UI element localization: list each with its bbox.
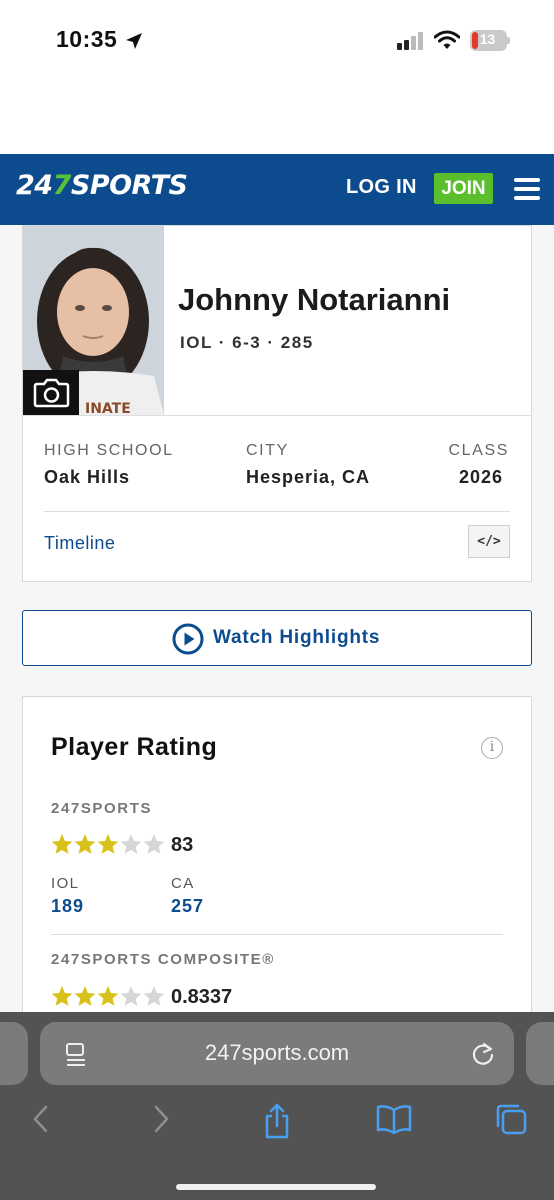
wifi-icon bbox=[434, 30, 460, 49]
star-filled-icon bbox=[51, 834, 73, 854]
star-filled-icon bbox=[74, 834, 96, 854]
embed-code-button[interactable]: </> bbox=[468, 525, 510, 558]
svg-text:INATE: INATE bbox=[85, 401, 131, 415]
reload-icon[interactable] bbox=[470, 1041, 496, 1067]
login-link[interactable]: LOG IN bbox=[346, 176, 417, 199]
rating-composite-label: 247SPORTS COMPOSITE® bbox=[51, 951, 275, 968]
player-profile-card: INATE Johnny Notarianni IOL · 6-3 · 285 … bbox=[22, 225, 532, 582]
star-empty-icon bbox=[143, 986, 165, 1006]
hamburger-menu-icon[interactable] bbox=[514, 178, 540, 200]
high-school-value[interactable]: Oak Hills bbox=[44, 467, 130, 488]
star-filled-icon bbox=[97, 834, 119, 854]
player-photo[interactable]: INATE bbox=[23, 226, 164, 415]
class-label: CLASS bbox=[448, 442, 509, 459]
high-school-label: HIGH SCHOOL bbox=[44, 442, 174, 459]
location-arrow-icon bbox=[126, 33, 142, 49]
rating-divider bbox=[51, 934, 503, 935]
rating-composite-stars bbox=[51, 985, 166, 1012]
city-value: Hesperia, CA bbox=[246, 467, 371, 487]
star-empty-icon bbox=[120, 986, 142, 1006]
card-divider bbox=[44, 511, 510, 512]
address-bar[interactable]: 247sports.com bbox=[40, 1022, 514, 1085]
rating-composite-value: 0.8337 bbox=[171, 986, 233, 1008]
star-filled-icon bbox=[74, 986, 96, 1006]
card-divider bbox=[23, 415, 531, 416]
status-bar: 10:35 13 bbox=[0, 0, 554, 80]
url-text: 247sports.com bbox=[204, 1040, 350, 1065]
bookmarks-icon[interactable] bbox=[376, 1102, 412, 1136]
timeline-link[interactable]: Timeline bbox=[44, 533, 115, 554]
state-rank-label: CA bbox=[171, 875, 195, 892]
site-header: 247SPORTS LOG IN JOIN bbox=[0, 154, 554, 225]
forward-icon[interactable] bbox=[150, 1102, 172, 1136]
star-empty-icon bbox=[143, 834, 165, 854]
star-filled-icon bbox=[97, 986, 119, 1006]
site-logo[interactable]: 247SPORTS bbox=[16, 170, 188, 201]
watch-highlights-button[interactable]: Watch Highlights bbox=[22, 610, 532, 666]
city-label: CITY bbox=[246, 442, 289, 459]
next-tab-preview[interactable] bbox=[526, 1022, 554, 1085]
player-rating-title: Player Rating bbox=[51, 733, 218, 761]
browser-bottom-bar: 247sports.com bbox=[0, 1012, 554, 1200]
share-icon[interactable] bbox=[262, 1102, 292, 1140]
page-top-area bbox=[0, 80, 554, 154]
rating-247-value: 83 bbox=[171, 834, 194, 856]
watch-highlights-label: Watch Highlights bbox=[213, 627, 381, 648]
status-time: 10:35 bbox=[56, 26, 118, 52]
position-rank-value[interactable]: 189 bbox=[51, 896, 84, 917]
rating-247-label: 247SPORTS bbox=[51, 800, 153, 817]
tabs-icon[interactable] bbox=[494, 1102, 528, 1136]
previous-tab-preview[interactable] bbox=[0, 1022, 28, 1085]
battery-icon: 13 bbox=[470, 30, 507, 51]
player-position-size: IOL · 6-3 · 285 bbox=[180, 333, 314, 352]
rating-247-stars bbox=[51, 833, 166, 860]
info-icon[interactable]: i bbox=[481, 737, 503, 759]
play-circle-icon bbox=[172, 623, 204, 655]
join-button[interactable]: JOIN bbox=[434, 173, 493, 204]
battery-nub bbox=[507, 37, 510, 44]
battery-level: 13 bbox=[479, 31, 496, 47]
photo-gallery-button[interactable] bbox=[23, 370, 79, 415]
class-value: 2026 bbox=[458, 467, 503, 487]
player-name: Johnny Notarianni bbox=[178, 282, 451, 317]
player-rating-card: Player Rating i 247SPORTS 83 IOL 189 CA … bbox=[22, 696, 532, 1036]
star-empty-icon bbox=[120, 834, 142, 854]
home-indicator bbox=[176, 1184, 376, 1190]
cellular-signal-icon bbox=[397, 32, 423, 50]
position-rank-label: IOL bbox=[51, 875, 80, 892]
star-filled-icon bbox=[51, 986, 73, 1006]
back-icon[interactable] bbox=[30, 1102, 52, 1136]
state-rank-value[interactable]: 257 bbox=[171, 896, 204, 917]
camera-icon bbox=[33, 378, 70, 408]
